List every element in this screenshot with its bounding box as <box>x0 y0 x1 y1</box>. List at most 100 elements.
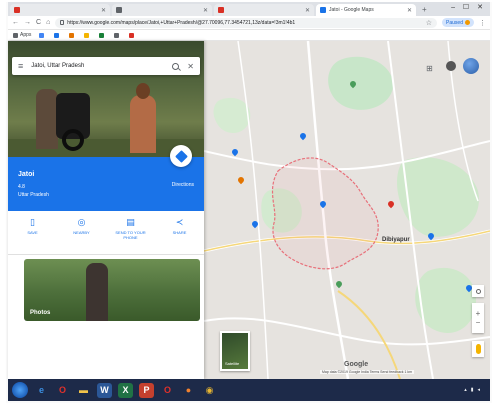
close-tab-icon[interactable]: ✕ <box>305 7 310 14</box>
zoom-in-button[interactable]: + <box>476 309 481 318</box>
address-bar[interactable]: https://www.google.com/maps/place/Jatoi,… <box>55 17 438 28</box>
search-icon[interactable] <box>172 62 180 70</box>
bookmark-favicon-icon <box>39 32 45 38</box>
photos-label: Photos <box>30 310 51 316</box>
browser-tab-3[interactable]: ✕ <box>214 4 314 16</box>
bookmark-item[interactable] <box>39 32 46 38</box>
phone-icon: ▤ <box>126 217 135 227</box>
excel-icon[interactable]: X <box>118 382 133 398</box>
nearby-icon: ◎ <box>77 217 86 227</box>
tray-arrow-icon[interactable]: ▴ <box>464 387 467 393</box>
browser-tab-2[interactable]: ✕ <box>112 4 212 16</box>
satellite-layer-toggle[interactable]: Satellite <box>220 331 250 371</box>
action-label: NEARBY <box>73 230 90 235</box>
bookmark-apps[interactable]: Apps <box>13 32 31 38</box>
firefox-icon[interactable]: ● <box>181 383 196 398</box>
place-actions: ▯ SAVE ◎ NEARBY ▤ SEND TO YOUR PHONE ≺ S… <box>8 211 204 255</box>
save-button[interactable]: ▯ SAVE <box>13 217 53 254</box>
photo-wheel <box>62 129 84 151</box>
window-controls[interactable]: – ☐ ✕ <box>451 3 486 11</box>
close-tab-icon[interactable]: ✕ <box>203 7 208 14</box>
word-icon[interactable]: W <box>97 382 112 398</box>
zoom-controls: + − <box>472 303 484 333</box>
powerpoint-icon[interactable]: P <box>139 382 154 398</box>
close-tab-icon[interactable]: ✕ <box>101 7 106 14</box>
bookmark-item[interactable] <box>99 32 106 38</box>
place-side-panel: ≡ Jatoi, Uttar Pradesh ✕ Jatoi 4.8 Uttar… <box>8 41 204 379</box>
photo-person <box>36 89 58 149</box>
map-attribution[interactable]: Map data ©2019 Google India Terms Send f… <box>320 370 415 374</box>
bookmark-item[interactable] <box>54 32 61 38</box>
maps-search-box[interactable]: ≡ Jatoi, Uttar Pradesh ✕ <box>12 57 200 75</box>
zoom-out-button[interactable]: − <box>476 318 481 327</box>
account-avatar[interactable] <box>463 58 479 74</box>
satellite-label: Satellite <box>225 361 240 366</box>
tab-strip: ✕ ✕ ✕ Jatoi - Google Maps ✕ + – ☐ ✕ <box>8 2 490 16</box>
reload-button[interactable]: C <box>36 19 41 26</box>
volume-icon[interactable]: ◂ <box>477 387 480 393</box>
bookmark-favicon-icon <box>114 32 120 38</box>
my-location-icon <box>475 288 481 294</box>
menu-icon[interactable]: ≡ <box>18 61 23 71</box>
bookmark-star-icon[interactable]: ☆ <box>426 19 432 27</box>
google-logo: Google <box>344 361 369 368</box>
bookmark-item[interactable] <box>69 32 76 38</box>
send-to-phone-button[interactable]: ▤ SEND TO YOUR PHONE <box>111 217 151 254</box>
bookmark-label: Apps <box>20 32 32 38</box>
green-area <box>328 56 394 110</box>
bookmark-icon: ▯ <box>30 217 35 227</box>
bookmark-item[interactable] <box>114 32 121 38</box>
close-tab-icon[interactable]: ✕ <box>407 7 412 14</box>
pegman-button[interactable] <box>472 341 484 357</box>
bookmark-favicon-icon <box>99 32 105 38</box>
opera-alt-icon[interactable]: O <box>160 383 175 398</box>
profile-paused-button[interactable]: Paused <box>442 18 474 27</box>
nearby-button[interactable]: ◎ NEARBY <box>62 217 102 254</box>
green-area <box>397 157 479 237</box>
bookmark-item[interactable] <box>84 32 91 38</box>
notifications-icon[interactable] <box>446 61 456 71</box>
lock-icon <box>60 20 65 25</box>
browser-menu-icon[interactable]: ⋮ <box>479 19 486 27</box>
bookmarks-bar: Apps <box>8 30 490 41</box>
home-button[interactable]: ⌂ <box>46 19 50 26</box>
my-location-button[interactable] <box>472 285 484 297</box>
jatoi-boundary <box>271 157 379 270</box>
action-label: SAVE <box>27 230 38 235</box>
forward-button[interactable]: → <box>24 19 31 26</box>
browser-tab-4[interactable]: Jatoi - Google Maps ✕ <box>316 4 416 16</box>
url-text[interactable]: https://www.google.com/maps/place/Jatoi,… <box>67 20 422 26</box>
share-button[interactable]: ≺ SHARE <box>160 217 200 254</box>
browser-tab-1[interactable]: ✕ <box>10 4 110 16</box>
browser-toolbar: ← → C ⌂ https://www.google.com/maps/plac… <box>8 16 490 30</box>
place-title: Jatoi <box>18 171 35 178</box>
clear-search-icon[interactable]: ✕ <box>187 62 194 71</box>
bookmark-favicon-icon <box>69 32 75 38</box>
search-input[interactable]: Jatoi, Uttar Pradesh <box>31 63 164 69</box>
system-tray: ▴ ▮ ◂ <box>464 387 490 393</box>
start-button[interactable] <box>12 382 28 398</box>
place-label[interactable]: Dibiyapur <box>382 237 410 243</box>
place-region: Uttar Pradesh <box>18 192 49 198</box>
folder-icon[interactable]: ▬ <box>76 383 91 398</box>
bookmark-favicon-icon <box>84 32 90 38</box>
ie-icon[interactable]: e <box>34 383 49 398</box>
directions-button[interactable] <box>170 145 192 167</box>
opera-icon[interactable]: O <box>55 383 70 398</box>
apps-grid-icon[interactable]: ⊞ <box>426 64 433 73</box>
bookmark-favicon-icon <box>54 32 60 38</box>
bookmark-item[interactable] <box>129 32 136 38</box>
photos-tile[interactable]: Photos <box>24 259 200 321</box>
back-button[interactable]: ← <box>12 19 19 26</box>
directions-icon <box>174 149 188 163</box>
green-area <box>213 97 251 134</box>
network-icon[interactable]: ▮ <box>471 387 474 393</box>
directions-label[interactable]: Directions <box>172 182 194 188</box>
new-tab-button[interactable]: + <box>422 5 427 14</box>
pegman-icon <box>475 344 481 354</box>
photo-person <box>86 263 108 321</box>
chrome-icon[interactable]: ◉ <box>202 383 217 398</box>
share-icon: ≺ <box>175 217 184 227</box>
paused-label: Paused <box>446 19 463 26</box>
place-info-card: Jatoi 4.8 Uttar Pradesh Directions <box>8 145 204 211</box>
